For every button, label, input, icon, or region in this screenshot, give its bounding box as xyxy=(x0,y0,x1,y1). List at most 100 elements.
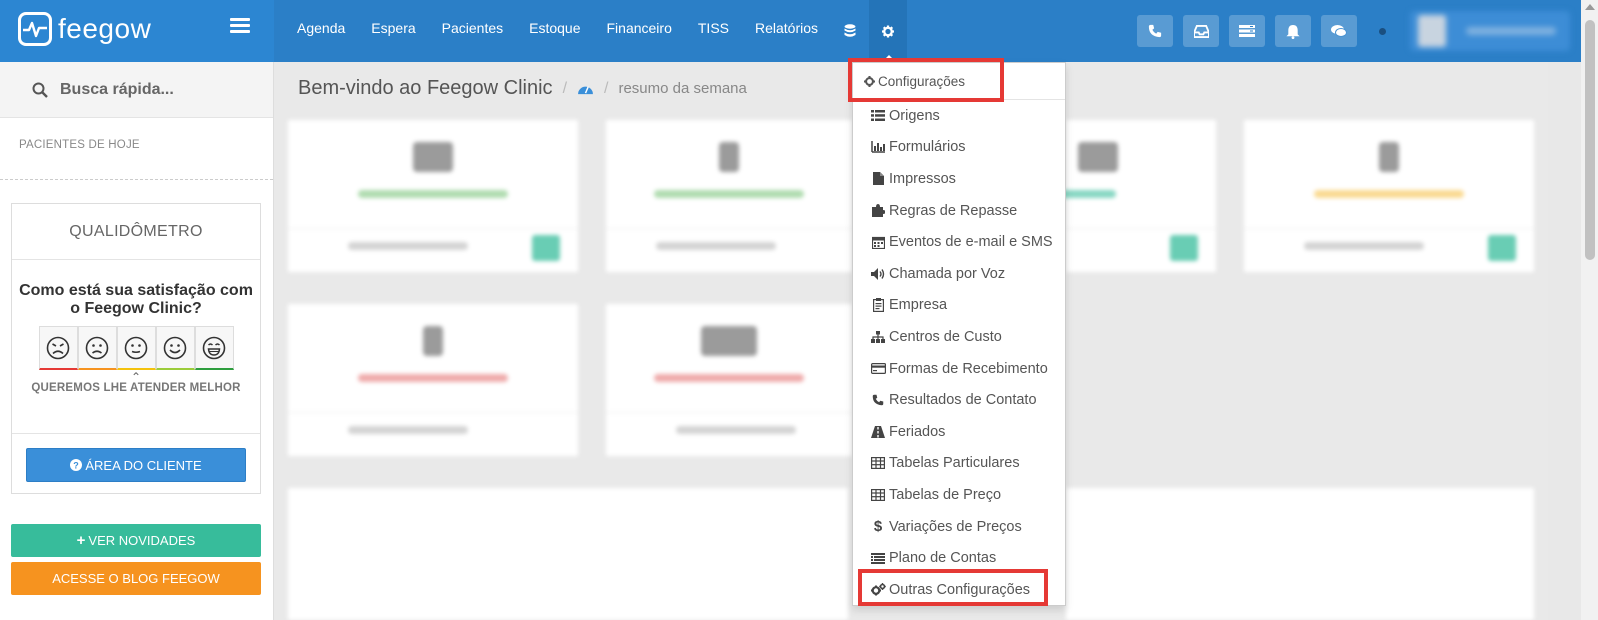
menu-item-variacoes-de-precos[interactable]: $ Variações de Preços xyxy=(853,511,1065,543)
menu-item-centros-de-custo[interactable]: Centros de Custo xyxy=(853,321,1065,353)
menu-item-tabelas-particulares[interactable]: Tabelas Particulares xyxy=(853,448,1065,480)
menu-item-formas-de-recebimento[interactable]: Formas de Recebimento xyxy=(853,353,1065,385)
qualimeter-panel: QUALIDÔMETRO Como está sua satisfação co… xyxy=(11,203,261,494)
menu-item-plano-de-contas[interactable]: Plano de Contas xyxy=(853,542,1065,574)
menu-item-label: Empresa xyxy=(889,297,948,314)
menu-item-label: Tabelas de Preço xyxy=(889,486,1002,503)
menu-item-impressos[interactable]: Impressos xyxy=(853,163,1065,195)
avatar xyxy=(1418,15,1446,47)
inbox-icon[interactable] xyxy=(1183,15,1219,47)
bar-chart-icon xyxy=(870,141,886,154)
stat-card xyxy=(606,120,852,272)
puzzle-icon xyxy=(870,204,886,218)
settings-dropdown: Configurações Origens Formulários Impres… xyxy=(852,62,1066,606)
table-icon xyxy=(870,457,886,470)
satisfaction-faces xyxy=(12,326,260,370)
page-title: Bem-vindo ao Feegow Clinic xyxy=(298,77,553,99)
chevron-up-icon: ⌃ xyxy=(130,370,142,384)
menu-item-formularios[interactable]: Formulários xyxy=(853,132,1065,164)
database-icon[interactable] xyxy=(831,0,869,62)
top-bar: feegow Agenda Espera Pacientes Estoque F… xyxy=(0,0,1598,62)
scroll-thumb[interactable] xyxy=(1585,20,1595,260)
hamburger-menu-icon[interactable] xyxy=(230,18,250,34)
stat-card xyxy=(1244,120,1534,272)
news-button-label: VER NOVIDADES xyxy=(88,533,196,548)
list-alt-icon xyxy=(870,552,886,564)
status-dot xyxy=(1379,27,1386,35)
cogs-icon xyxy=(870,583,886,596)
credit-card-icon xyxy=(870,363,886,375)
clipboard-icon xyxy=(870,298,886,313)
menu-item-label: Outras Configurações xyxy=(889,581,1031,598)
news-button[interactable]: + VER NOVIDADES xyxy=(11,524,261,557)
neutral-face-icon[interactable] xyxy=(116,326,156,370)
nav-financeiro[interactable]: Financeiro xyxy=(594,0,685,62)
menu-item-label: Impressos xyxy=(889,170,956,187)
nav-relatorios[interactable]: Relatórios xyxy=(742,0,831,62)
menu-item-label: Regras de Repasse xyxy=(889,202,1018,219)
stat-card xyxy=(1056,120,1216,272)
calendar-icon xyxy=(870,236,886,249)
very-satisfied-face-icon[interactable] xyxy=(194,326,234,370)
breadcrumb-separator: / xyxy=(562,79,568,97)
menu-item-label: Resultados de Contato xyxy=(889,392,1037,409)
menu-item-label: Plano de Contas xyxy=(889,550,997,567)
logo-area: feegow xyxy=(0,0,274,62)
sidebar: PACIENTES DE HOJE QUALIDÔMETRO Como está… xyxy=(0,62,274,620)
nav-pacientes[interactable]: Pacientes xyxy=(429,0,516,62)
blog-button[interactable]: ACESSE O BLOG FEEGOW xyxy=(11,562,261,595)
qualimeter-footer: ? ÁREA DO CLIENTE xyxy=(12,433,260,493)
file-icon xyxy=(870,172,886,186)
dropdown-caret xyxy=(882,55,897,62)
client-area-button[interactable]: ? ÁREA DO CLIENTE xyxy=(26,448,246,482)
menu-item-regras-de-repasse[interactable]: Regras de Repasse xyxy=(853,195,1065,227)
menu-item-resultados-de-contato[interactable]: Resultados de Contato xyxy=(853,384,1065,416)
breadcrumb-separator: / xyxy=(604,79,609,97)
feegow-logo[interactable]: feegow xyxy=(18,12,151,46)
menu-item-eventos-email-sms[interactable]: Eventos de e-mail e SMS xyxy=(853,226,1065,258)
breadcrumb-current: resumo da semana xyxy=(618,80,747,97)
sitemap-icon xyxy=(870,330,886,343)
nav-estoque[interactable]: Estoque xyxy=(516,0,593,62)
very-dissatisfied-face-icon[interactable] xyxy=(38,326,78,370)
menu-item-label: Origens xyxy=(889,107,940,124)
gear-icon[interactable] xyxy=(869,0,908,62)
page-scrollbar[interactable] xyxy=(1581,0,1598,620)
menu-item-origens[interactable]: Origens xyxy=(853,100,1065,132)
svg-text:?: ? xyxy=(74,460,80,470)
settings-menu-header[interactable]: Configurações xyxy=(853,63,1065,100)
stat-card xyxy=(606,304,852,456)
list-icon xyxy=(870,110,886,122)
qualimeter-question: Como está sua satisfação com o Feegow Cl… xyxy=(19,282,253,317)
search-icon xyxy=(32,82,48,98)
stat-card xyxy=(288,120,578,272)
phone-icon xyxy=(870,394,886,406)
dissatisfied-face-icon[interactable] xyxy=(77,326,117,370)
bell-icon[interactable] xyxy=(1275,15,1311,47)
breadcrumb: Bem-vindo ao Feegow Clinic / / resumo da… xyxy=(298,77,747,100)
menu-item-label: Formulários xyxy=(889,139,966,156)
satisfied-face-icon[interactable] xyxy=(155,326,195,370)
qualimeter-subtitle: QUEREMOS LHE ATENDER MELHOR xyxy=(31,382,241,394)
nav-tiss[interactable]: TISS xyxy=(685,0,742,62)
nav-espera[interactable]: Espera xyxy=(358,0,428,62)
menu-item-tabelas-de-preco[interactable]: Tabelas de Preço xyxy=(853,479,1065,511)
qualimeter-title: QUALIDÔMETRO xyxy=(12,204,260,260)
user-menu[interactable] xyxy=(1410,11,1570,51)
scroll-up-arrow-icon[interactable] xyxy=(1585,4,1595,10)
gear-icon xyxy=(863,75,876,87)
menu-item-outras-configuracoes[interactable]: Outras Configurações xyxy=(853,574,1065,606)
menu-item-chamada-por-voz[interactable]: Chamada por Voz xyxy=(853,258,1065,290)
chat-icon[interactable] xyxy=(1321,15,1357,47)
dashboard-icon xyxy=(578,86,593,95)
phone-icon[interactable] xyxy=(1137,15,1173,47)
main-nav: Agenda Espera Pacientes Estoque Financei… xyxy=(284,0,908,62)
list-icon[interactable] xyxy=(1229,15,1265,47)
pulse-logo-icon xyxy=(18,12,52,46)
menu-item-empresa[interactable]: Empresa xyxy=(853,290,1065,322)
user-name-blurred xyxy=(1466,27,1556,35)
menu-item-feriados[interactable]: Feriados xyxy=(853,416,1065,448)
client-area-label: ÁREA DO CLIENTE xyxy=(85,457,202,473)
search-input[interactable] xyxy=(60,80,260,99)
nav-agenda[interactable]: Agenda xyxy=(284,0,358,62)
